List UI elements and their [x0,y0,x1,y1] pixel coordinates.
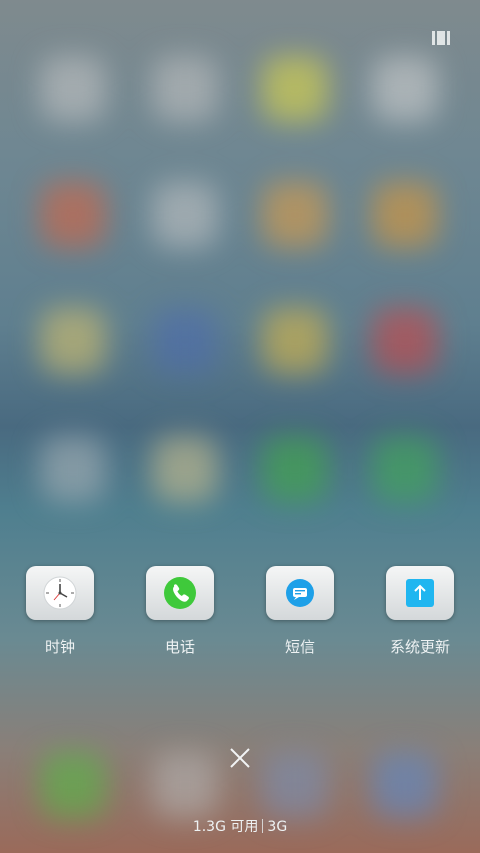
recent-apps-row: 时钟 电话 短信 系统更新 [0,566,480,666]
memory-separator [262,819,264,833]
recent-app-system-update[interactable]: 系统更新 [370,566,470,657]
phone-icon[interactable] [146,566,214,620]
blurred-app-icon [262,56,328,122]
blurred-app-icon [40,56,106,122]
blurred-app-icon [372,182,438,248]
memory-total: 3G [267,819,288,835]
memory-status: 1.3G 可用 3G [0,816,480,836]
blurred-app-icon [152,182,218,248]
blurred-app-icon [40,182,106,248]
app-label: 时钟 [44,638,75,656]
blurred-app-icon [372,56,438,122]
blurred-dock-icon [372,752,438,818]
blurred-app-icon [372,436,438,502]
blurred-dock-icon [152,752,218,818]
system-update-icon[interactable] [386,566,454,620]
blurred-home-background [0,0,480,853]
blurred-app-icon [152,436,218,502]
blurred-app-icon [152,56,218,122]
clock-icon[interactable] [26,566,94,620]
recent-app-sms[interactable]: 短信 [250,566,350,657]
blurred-app-icon [262,308,328,374]
blurred-dock-icon [40,752,106,818]
sms-icon[interactable] [266,566,334,620]
memory-available: 1.3G 可用 [192,819,259,835]
blurred-app-icon [40,308,106,374]
recent-app-clock[interactable]: 时钟 [10,566,110,657]
blurred-dock-icon [262,752,328,818]
app-label: 电话 [164,638,195,656]
close-icon[interactable] [228,746,252,770]
recent-app-phone[interactable]: 电话 [130,566,230,657]
app-label: 短信 [284,638,315,656]
recents-grid-icon[interactable] [430,30,452,46]
blurred-app-icon [152,308,218,374]
blurred-app-icon [372,308,438,374]
blurred-app-icon [262,436,328,502]
blurred-app-icon [262,182,328,248]
blurred-app-icon [40,436,106,502]
app-label: 系统更新 [389,638,450,656]
